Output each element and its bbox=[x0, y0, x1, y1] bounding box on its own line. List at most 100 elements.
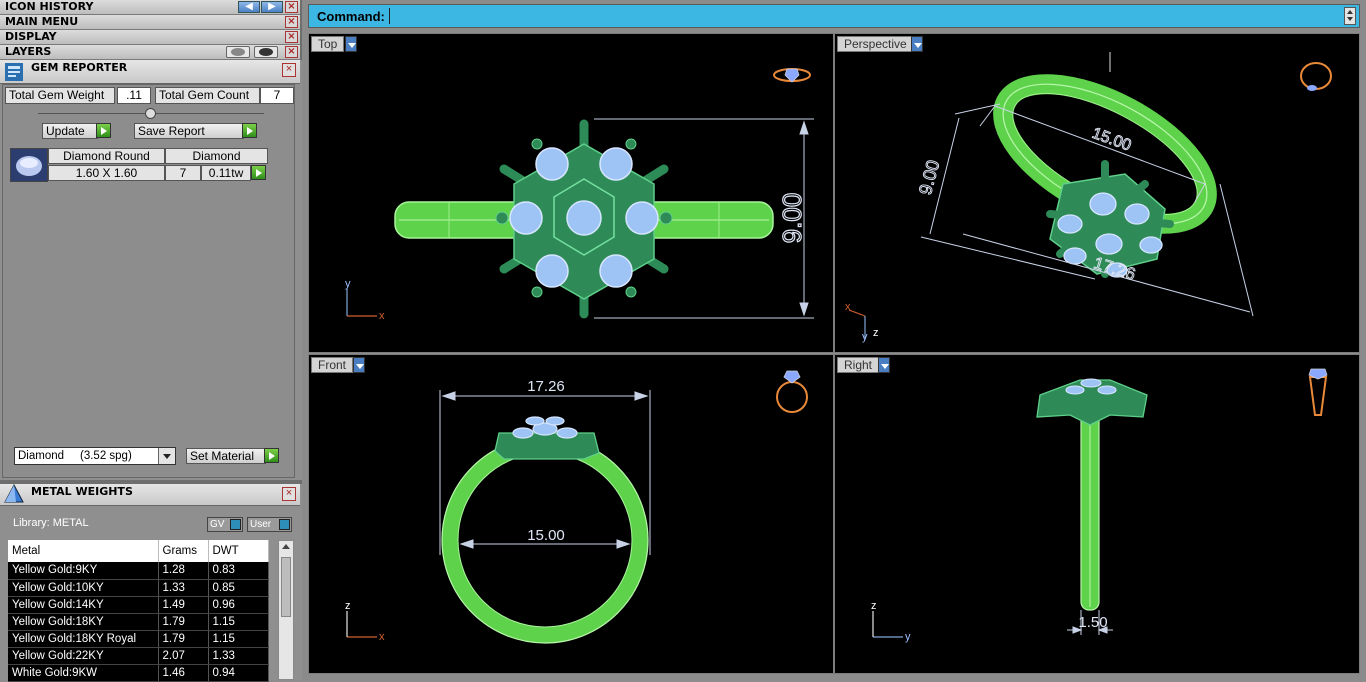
table-row[interactable]: Yellow Gold:18KY Royal 1.79 1.15 bbox=[8, 630, 269, 648]
save-report-button[interactable]: Save Report bbox=[134, 123, 244, 139]
table-row[interactable]: Yellow Gold:18KY 1.79 1.15 bbox=[8, 613, 269, 631]
eye-icon[interactable] bbox=[254, 46, 278, 58]
update-button[interactable]: Update bbox=[42, 123, 98, 139]
dimension-inner-label: 15.00 bbox=[527, 527, 565, 544]
column-header[interactable]: Grams bbox=[158, 540, 209, 562]
viewport-perspective[interactable]: 15.00 9.00 17.26 x y z Perspective bbox=[834, 33, 1360, 353]
scrollbar[interactable] bbox=[278, 540, 294, 680]
gem-reporter-header: GEM REPORTER × bbox=[0, 60, 300, 84]
gem-go-icon[interactable] bbox=[251, 165, 266, 180]
table-cell: 1.28 bbox=[158, 562, 209, 580]
table-cell: 1.33 bbox=[208, 647, 269, 665]
ring-nav-icon[interactable] bbox=[1308, 368, 1328, 416]
axis-y-label: y bbox=[862, 331, 868, 343]
layer-toggle-icon[interactable] bbox=[226, 46, 250, 58]
set-material-button[interactable]: Set Material bbox=[186, 448, 266, 464]
main-menu-header[interactable]: MAIN MENU × bbox=[0, 15, 300, 30]
gem-reporter-panel: GEM REPORTER × Total Gem Weight .11 Tota… bbox=[0, 60, 302, 480]
gem-material: Diamond bbox=[165, 148, 268, 164]
close-icon[interactable]: × bbox=[285, 31, 298, 43]
viewport-top[interactable]: 9.00 x y Top bbox=[308, 33, 834, 353]
close-icon[interactable]: × bbox=[282, 487, 296, 501]
axis-y-label: y bbox=[905, 631, 911, 643]
ring-nav-icon[interactable] bbox=[776, 370, 808, 413]
close-icon[interactable]: × bbox=[285, 46, 298, 58]
gem-reporter-icon bbox=[5, 63, 23, 81]
viewport-right-dropdown[interactable] bbox=[878, 357, 890, 373]
gem-name: Diamond Round bbox=[48, 148, 165, 164]
table-cell: White Gold:9KW bbox=[8, 664, 159, 682]
viewport-perspective-label[interactable]: Perspective bbox=[837, 36, 914, 52]
save-report-go-icon[interactable] bbox=[242, 123, 257, 138]
table-cell: 0.85 bbox=[208, 579, 269, 597]
metal-weights-header: METAL WEIGHTS × bbox=[0, 484, 300, 506]
pyramid-icon bbox=[4, 484, 24, 503]
gem-thumbnail[interactable] bbox=[10, 148, 48, 182]
collapse-handle-icon[interactable] bbox=[145, 108, 156, 119]
viewport-top-label[interactable]: Top bbox=[311, 36, 345, 52]
command-bar[interactable]: Command: bbox=[308, 4, 1360, 28]
library-label: Library: METAL bbox=[13, 517, 89, 529]
layers-title: LAYERS bbox=[5, 45, 52, 58]
viewport-right[interactable]: 1.50 y z Right bbox=[834, 354, 1360, 674]
command-input[interactable] bbox=[389, 8, 390, 24]
ring-nav-icon[interactable] bbox=[773, 68, 811, 83]
front-view-canvas[interactable]: 17.26 15.00 x z bbox=[309, 355, 834, 674]
dropdown-arrow-icon[interactable] bbox=[158, 448, 175, 464]
table-row[interactable]: Yellow Gold:14KY 1.49 0.96 bbox=[8, 596, 269, 614]
right-view-canvas[interactable]: 1.50 y z bbox=[835, 355, 1360, 674]
user-label: User bbox=[250, 519, 272, 530]
gem-count: 7 bbox=[165, 165, 201, 181]
table-row[interactable]: White Gold:9KW 1.46 0.94 bbox=[8, 664, 269, 682]
set-material-go-icon[interactable] bbox=[264, 448, 279, 463]
command-scroll[interactable] bbox=[1344, 7, 1356, 25]
ring-nav-icon[interactable] bbox=[1300, 62, 1332, 91]
axis-x-label: x bbox=[379, 631, 385, 643]
table-row[interactable]: Yellow Gold:10KY 1.33 0.85 bbox=[8, 579, 269, 597]
gv-toggle[interactable]: GV bbox=[207, 517, 243, 532]
close-icon[interactable]: × bbox=[285, 1, 298, 13]
display-header[interactable]: DISPLAY × bbox=[0, 30, 300, 45]
table-row[interactable]: Yellow Gold:22KY 2.07 1.33 bbox=[8, 647, 269, 665]
dimension-width-label: 1.50 bbox=[1078, 614, 1107, 631]
table-cell: 1.15 bbox=[208, 613, 269, 631]
main-menu-title: MAIN MENU bbox=[5, 15, 79, 28]
table-cell: 0.96 bbox=[208, 596, 269, 614]
forward-arrow-icon[interactable]: ▶ bbox=[261, 1, 283, 13]
axis-z-label: z bbox=[345, 600, 351, 612]
table-row[interactable]: Yellow Gold:9KY 1.28 0.83 bbox=[8, 562, 269, 580]
layers-header[interactable]: LAYERS × bbox=[0, 45, 300, 60]
viewport-right-label[interactable]: Right bbox=[837, 357, 880, 373]
close-icon[interactable]: × bbox=[285, 16, 298, 28]
user-toggle[interactable]: User bbox=[247, 517, 292, 532]
table-cell: 1.79 bbox=[158, 613, 209, 631]
viewport-front-label[interactable]: Front bbox=[311, 357, 354, 373]
setting-head bbox=[494, 432, 600, 460]
command-label: Command: bbox=[317, 9, 385, 24]
material-select[interactable]: Diamond (3.52 spg) bbox=[14, 447, 176, 465]
axis-indicator: y z bbox=[871, 600, 911, 643]
axis-y-label: y bbox=[345, 278, 351, 290]
update-go-icon[interactable] bbox=[96, 123, 111, 138]
table-cell: Yellow Gold:9KY bbox=[8, 562, 159, 580]
icon-history-header[interactable]: ICON HISTORY ◀ ▶ × bbox=[0, 0, 300, 15]
scroll-thumb[interactable] bbox=[281, 557, 291, 617]
scroll-up-icon[interactable] bbox=[282, 544, 290, 549]
dimension-b-label: 9.00 bbox=[915, 158, 943, 197]
perspective-view-canvas[interactable]: 15.00 9.00 17.26 x y z bbox=[835, 34, 1360, 353]
column-header[interactable]: Metal bbox=[8, 540, 159, 562]
viewport-front[interactable]: 17.26 15.00 x z Front bbox=[308, 354, 834, 674]
viewport-top-dropdown[interactable] bbox=[345, 36, 357, 52]
diamond-stones bbox=[512, 416, 578, 439]
column-header[interactable]: DWT bbox=[208, 540, 269, 562]
round-diamond-icon bbox=[11, 149, 47, 181]
viewport-perspective-dropdown[interactable] bbox=[911, 36, 923, 52]
back-arrow-icon[interactable]: ◀ bbox=[238, 1, 260, 13]
close-icon[interactable]: × bbox=[282, 63, 296, 77]
viewport-front-dropdown[interactable] bbox=[353, 357, 365, 373]
table-cell: 1.79 bbox=[158, 630, 209, 648]
axis-x-label: x bbox=[845, 301, 851, 313]
top-view-canvas[interactable]: 9.00 x y bbox=[309, 34, 834, 353]
table-cell: Yellow Gold:22KY bbox=[8, 647, 159, 665]
metal-weights-title: METAL WEIGHTS bbox=[31, 485, 133, 498]
